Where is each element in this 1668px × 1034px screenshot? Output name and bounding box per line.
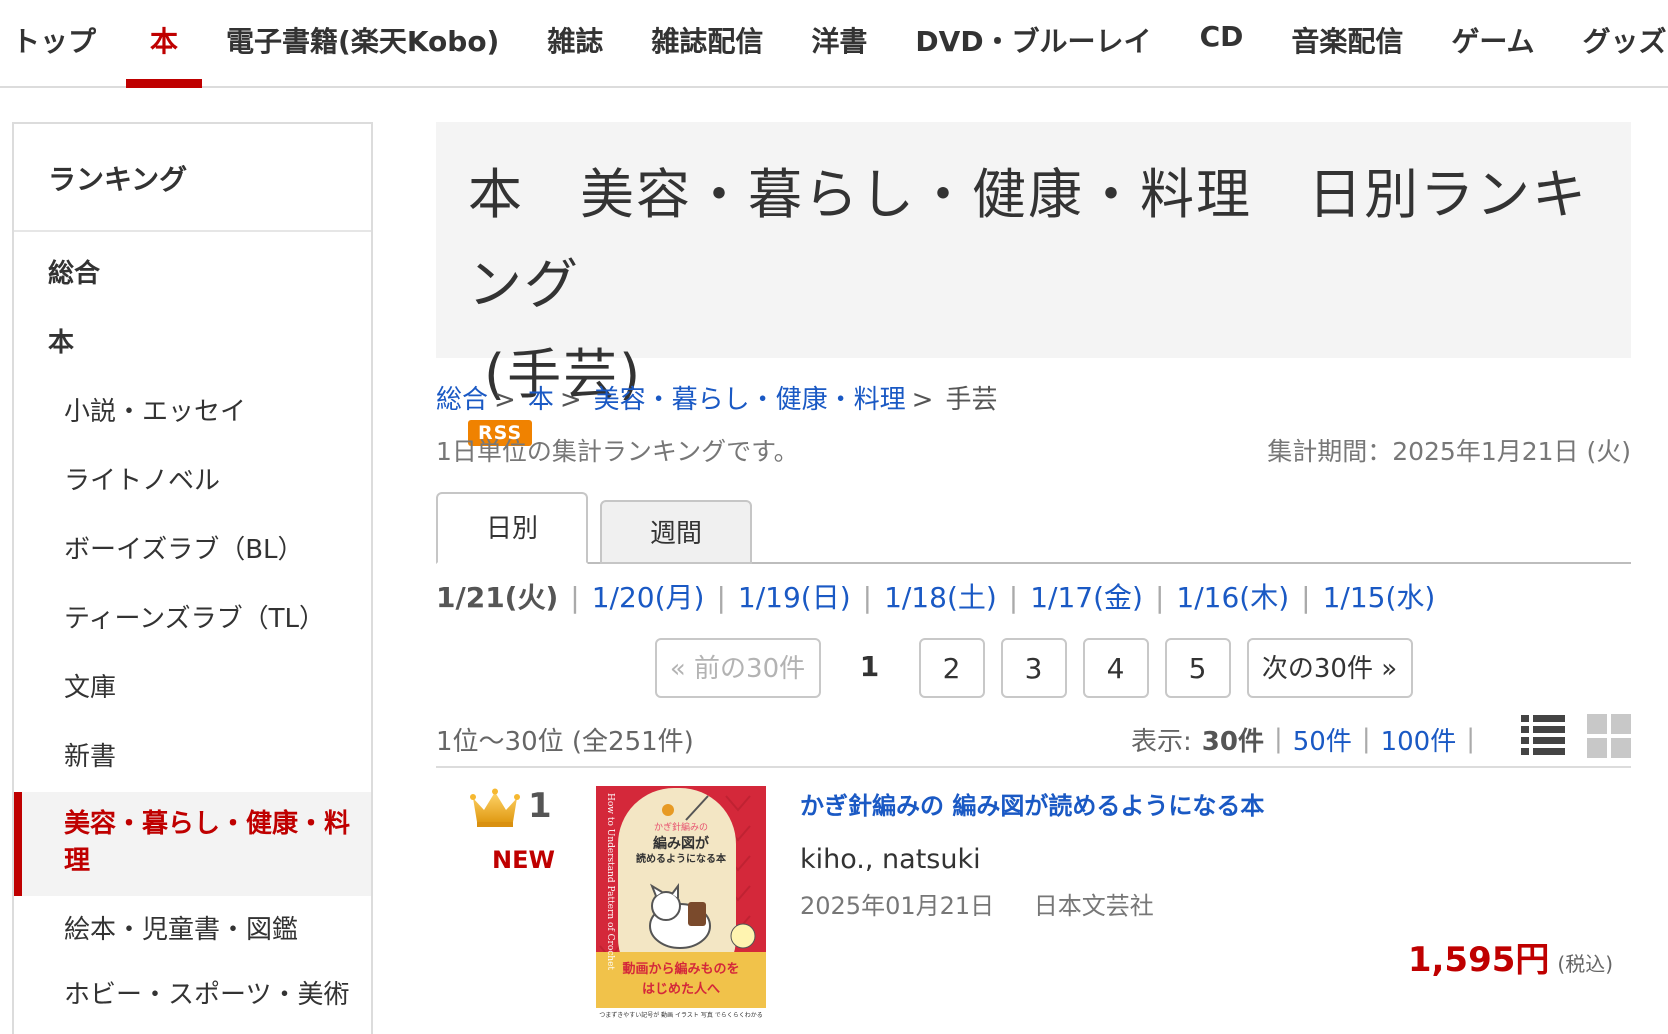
book-price: 1,595円 (1407, 940, 1550, 980)
sidebar-item-overall[interactable]: 総合 (14, 240, 371, 309)
ranking-item: 1 NEW かぎ針編みの 編み図が 読めるようになる本 動画から編みものを はじ… (436, 768, 1631, 1034)
nav-item-foreign-books[interactable]: 洋書 (811, 0, 867, 86)
breadcrumb-separator: > (494, 385, 516, 415)
display-label: 表示: (1131, 726, 1192, 757)
nav-item-cd[interactable]: CD (1200, 0, 1244, 86)
date-link[interactable]: 1/19(日) (738, 581, 851, 614)
display-count-50[interactable]: 50件 (1293, 721, 1352, 758)
crown-icon (470, 788, 520, 832)
date-current: 1/21(火) (436, 581, 559, 614)
date-separator: | (862, 581, 873, 614)
ranking-description: 1日単位の集計ランキングです。 (436, 437, 799, 466)
date-link[interactable]: 1/18(土) (884, 581, 997, 614)
book-release-date: 2025年01月21日 (800, 892, 995, 920)
sidebar-item-hobby-sports-art[interactable]: ホビー・スポーツ・美術 (14, 965, 371, 1013)
tax-label: (税込) (1557, 952, 1613, 976)
breadcrumb-link-books[interactable]: 本 (528, 385, 554, 415)
view-toggle (1521, 713, 1631, 765)
display-separator: | (1273, 724, 1283, 754)
cover-spine-text: How to Understand Pattern of Crochet (605, 793, 615, 971)
sidebar-item-beauty-living-health-cooking[interactable]: 美容・暮らし・健康・料理 (14, 792, 371, 896)
book-meta: 2025年01月21日 日本文芸社 (800, 886, 1154, 921)
book-author: kiho., natsuki (800, 844, 981, 875)
period-tabs: 日別 週間 (436, 492, 1631, 564)
cover-band-2: はじめた人へ (641, 982, 720, 997)
date-link[interactable]: 1/20(月) (592, 581, 705, 614)
date-separator: | (1008, 581, 1019, 614)
pagination-page-4[interactable]: 4 (1082, 638, 1149, 698)
nav-item-dvd-bluray[interactable]: DVD・ブルーレイ (915, 0, 1151, 86)
pagination-page-5[interactable]: 5 (1164, 638, 1231, 698)
sidebar-item-bunko[interactable]: 文庫 (14, 654, 371, 723)
sidebar-title: ランキング (14, 124, 371, 232)
title-box: 本 美容・暮らし・健康・料理 日別ランキング (手芸) RSS (436, 122, 1631, 446)
nav-item-games[interactable]: ゲーム (1451, 0, 1534, 86)
date-separator: | (1301, 581, 1311, 614)
date-selector: 1/21(火) | 1/20(月) | 1/19(日) | 1/18(土) | 1/17(金) |… (436, 578, 1631, 618)
nav-item-top[interactable]: トップ (12, 0, 96, 86)
date-link[interactable]: 1/16(木) (1176, 581, 1289, 614)
new-badge: NEW (492, 846, 555, 874)
pagination: « 前の30件 1 2 3 4 5 次の30件 » (436, 638, 1631, 698)
nav-item-goods[interactable]: グッズ (1583, 0, 1667, 86)
listing-toolbar: 1位〜30位 (全251件) 表示: 30件 | 50件 | 100件 | (436, 712, 1631, 768)
display-count-selected: 30件 (1201, 726, 1264, 757)
date-separator: | (570, 581, 580, 614)
list-view-icon[interactable] (1521, 714, 1565, 764)
display-count-100[interactable]: 100件 (1381, 721, 1457, 758)
sidebar-item-boys-love[interactable]: ボーイズラブ（BL） (14, 516, 371, 585)
book-price-block: 1,595円 (税込) (1408, 932, 1613, 981)
cover-top-text: かぎ針編みの (653, 823, 708, 833)
nav-item-music-delivery[interactable]: 音楽配信 (1291, 0, 1403, 86)
nav-item-magazine-delivery[interactable]: 雑誌配信 (651, 0, 763, 86)
rank-number: 1 (528, 786, 552, 826)
sidebar-item-books[interactable]: 本 (14, 309, 371, 378)
breadcrumb-current: 手芸 (945, 385, 998, 415)
tab-weekly[interactable]: 週間 (600, 500, 752, 564)
sidebar-item-shinsho[interactable]: 新書 (14, 723, 371, 792)
breadcrumb-separator: > (559, 385, 582, 415)
ranking-period: 集計期間：2025年1月21日 (火) (1267, 437, 1631, 466)
sidebar-item-teens-love[interactable]: ティーンズラブ（TL） (14, 585, 371, 654)
pagination-current-page: 1 (859, 650, 880, 683)
top-navigation: トップ 本 電子書籍(楽天Kobo) 雑誌 雑誌配信 洋書 DVD・ブルーレイ … (0, 0, 1668, 88)
display-separator: | (1466, 724, 1475, 754)
breadcrumb-link-category[interactable]: 美容・暮らし・健康・料理 (594, 385, 906, 415)
book-title-link[interactable]: かぎ針編みの 編み図が読めるようになる本 (800, 786, 1264, 821)
main-content: 本 美容・暮らし・健康・料理 日別ランキング (手芸) RSS 総合 > 本 > 美容・… (436, 122, 1631, 1034)
grid-view-icon[interactable] (1587, 713, 1631, 765)
pagination-page-3[interactable]: 3 (1000, 638, 1067, 698)
breadcrumb-link-overall[interactable]: 総合 (436, 385, 488, 415)
book-publisher: 日本文芸社 (1033, 892, 1154, 920)
breadcrumb: 総合 > 本 > 美容・暮らし・健康・料理 > 手芸 (436, 378, 1631, 422)
cover-title-2: 読めるようになる本 (636, 854, 726, 865)
pagination-next-button[interactable]: 次の30件 » (1246, 638, 1413, 698)
cover-footer: つまずきやすい記号が 動画 イラスト 写真 でらくらくわかる (599, 1012, 763, 1019)
sidebar-item-light-novels[interactable]: ライトノベル (14, 447, 371, 516)
nav-item-magazines[interactable]: 雑誌 (547, 0, 603, 86)
nav-item-ebooks-kobo[interactable]: 電子書籍(楽天Kobo) (226, 0, 499, 86)
result-range: 1位〜30位 (全251件) (436, 726, 694, 757)
date-separator: | (716, 581, 726, 614)
ranking-sidebar: ランキング 総合 本 小説・エッセイ ライトノベル ボーイズラブ（BL） ティー… (12, 122, 373, 1034)
page-title-line1: 本 美容・暮らし・健康・料理 日別ランキング (468, 163, 1588, 316)
sidebar-item-picture-books[interactable]: 絵本・児童書・図鑑 (14, 896, 371, 965)
display-count-selector: 表示: 30件 | 50件 | 100件 | (1131, 713, 1631, 765)
pagination-page-2[interactable]: 2 (918, 638, 985, 698)
book-cover-image[interactable]: かぎ針編みの 編み図が 読めるようになる本 動画から編みものを はじめた人へ つ… (596, 786, 766, 1022)
pagination-prev-disabled: « 前の30件 (654, 638, 821, 698)
date-link[interactable]: 1/17(金) (1030, 581, 1143, 614)
display-separator: | (1361, 724, 1371, 754)
sidebar-item-novels-essays[interactable]: 小説・エッセイ (14, 378, 371, 447)
breadcrumb-separator: > (911, 385, 934, 415)
tab-daily[interactable]: 日別 (436, 492, 588, 564)
date-link[interactable]: 1/15(水) (1323, 581, 1436, 614)
cover-band-1: 動画から編みものを (622, 962, 740, 977)
nav-item-books[interactable]: 本 (126, 0, 203, 88)
ranking-info: 1日単位の集計ランキングです。 集計期間：2025年1月21日 (火) (436, 432, 1631, 472)
date-separator: | (1154, 581, 1165, 614)
